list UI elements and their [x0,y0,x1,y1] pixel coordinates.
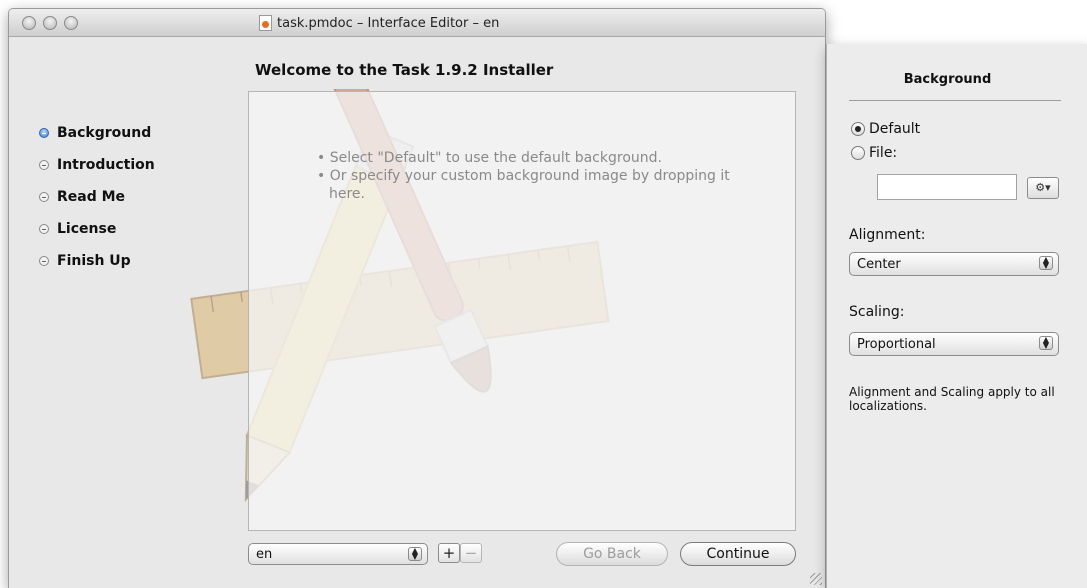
pmdoc-document-icon [259,15,272,31]
resize-grip-icon[interactable] [810,573,822,585]
scaling-popup-value: Proportional [857,336,936,352]
installer-heading: Welcome to the Task 1.9.2 Installer [255,61,554,79]
step-bullet-icon [39,192,49,202]
step-bullet-icon [39,160,49,170]
step-finish-up[interactable]: Finish Up [39,245,155,277]
popup-arrows-icon: ▲ ▼ [1039,256,1053,270]
gear-icon[interactable]: ⚙▾ [1027,177,1059,199]
background-hint-list: • Select "Default" to use the default ba… [317,149,747,203]
alignment-popup[interactable]: Center ▲ ▼ [849,252,1059,276]
step-label: Read Me [57,189,126,205]
scaling-note: Alignment and Scaling apply to all local… [849,385,1055,413]
step-label: Background [57,125,152,141]
window-title-group: task.pmdoc – Interface Editor – en [259,14,499,32]
alignment-label: Alignment: [849,227,926,243]
close-window-button[interactable] [22,16,36,30]
step-license[interactable]: License [39,213,155,245]
inspector-title: Background [903,72,992,87]
installer-steps-list: Background Introduction Read Me License … [39,117,155,277]
file-path-field[interactable] [877,174,1017,200]
step-introduction[interactable]: Introduction [39,149,155,181]
language-popup[interactable]: en ▲ ▼ [248,543,428,565]
minimize-window-button[interactable] [43,16,57,30]
hint-item: • Select "Default" to use the default ba… [317,150,662,166]
inspector-divider [849,100,1061,101]
default-radio-label: Default [869,121,921,137]
title-bar[interactable]: task.pmdoc – Interface Editor – en [9,9,825,37]
step-bullet-icon [39,256,49,266]
popup-arrows-icon: ▲ ▼ [408,547,422,561]
inspector-panel: Background Default File: ⚙▾ Alignment: C… [826,44,1087,588]
scaling-popup[interactable]: Proportional ▲ ▼ [849,332,1059,356]
step-label: Introduction [57,157,155,173]
continue-button[interactable]: Continue [680,542,796,566]
zoom-window-button[interactable] [64,16,78,30]
default-radio-option[interactable]: Default [851,121,920,137]
step-label: License [57,221,117,237]
active-step-bullet-icon [39,128,49,138]
step-label: Finish Up [57,253,131,269]
scaling-label: Scaling: [849,304,905,320]
radio-selected-icon[interactable] [851,122,865,136]
step-read-me[interactable]: Read Me [39,181,155,213]
bottom-bar: en ▲ ▼ + − Go Back Continue [248,542,808,568]
go-back-button[interactable]: Go Back [556,542,668,566]
radio-unselected-icon[interactable] [851,146,865,160]
window-title: task.pmdoc – Interface Editor – en [277,15,500,31]
interface-editor-window: task.pmdoc – Interface Editor – en Welco… [8,8,826,588]
step-bullet-icon [39,224,49,234]
remove-localization-button[interactable]: − [460,543,482,563]
language-popup-value: en [256,546,273,562]
alignment-popup-value: Center [857,256,901,272]
file-radio-option[interactable]: File: [851,145,897,161]
file-radio-label: File: [869,145,898,161]
popup-arrows-icon: ▲ ▼ [1039,336,1053,350]
step-background[interactable]: Background [39,117,155,149]
hint-item: • Or specify your custom background imag… [317,168,730,202]
add-localization-button[interactable]: + [438,543,460,563]
